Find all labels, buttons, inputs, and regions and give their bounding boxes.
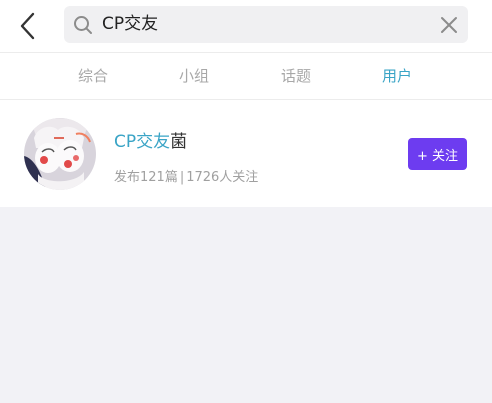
user-name-rest: 菌 [170,132,188,152]
tab-topics[interactable]: 话题 [281,66,311,86]
user-name[interactable]: CP交友菌 [114,131,187,153]
top-bar: CP交友 [0,0,492,53]
tab-comprehensive[interactable]: 综合 [78,66,108,86]
user-stats: 发布121篇 | 1726人关注 [114,170,258,186]
tab-groups[interactable]: 小组 [179,66,209,86]
follow-button[interactable]: + 关注 [408,138,467,170]
user-result-item[interactable]: CP交友菌 发布121篇 | 1726人关注 + 关注 [0,100,492,207]
back-button[interactable] [10,8,46,44]
search-input[interactable]: CP交友 [64,6,468,43]
search-icon [74,16,92,34]
avatar-illustration [24,118,96,190]
search-query: CP交友 [102,14,159,34]
clear-icon[interactable] [438,14,460,36]
tab-users[interactable]: 用户 [382,66,412,86]
back-arrow-icon [20,12,35,40]
avatar[interactable] [24,118,96,190]
post-count: 发布121篇 [114,170,178,185]
tab-bar: 综合 小组 话题 用户 [0,53,492,100]
user-name-highlight: CP交友 [114,132,171,152]
stats-separator: | [179,170,185,185]
follower-count: 1726人关注 [186,170,259,185]
